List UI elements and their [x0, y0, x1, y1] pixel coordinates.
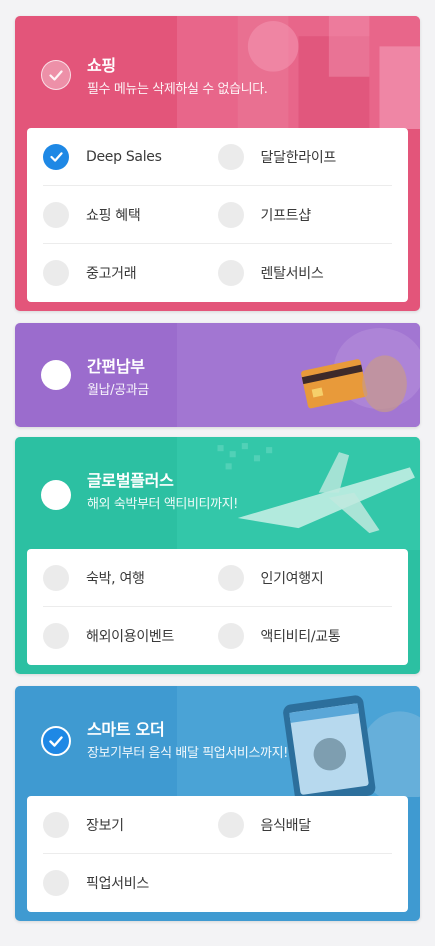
checkbox-unchecked[interactable]	[217, 564, 244, 591]
card-header: 글로벌플러스 해외 숙박부터 액티비티까지!	[15, 437, 420, 551]
card-subtitle: 해외 숙박부터 액티비티까지!	[87, 497, 238, 512]
item-popular-destination[interactable]: 인기여행지	[217, 564, 393, 591]
card-header: 간편납부 월납/공과금	[15, 323, 420, 427]
item-label: 쇼핑 혜택	[86, 207, 141, 224]
card-header: 스마트 오더 장보기부터 음식 배달 픽업서비스까지!	[15, 686, 420, 798]
item-row: 해외이용이벤트 액티비티/교통	[43, 607, 392, 665]
item-label: 장보기	[86, 817, 124, 834]
checkbox-unchecked[interactable]	[217, 811, 244, 838]
category-settings-page: 쇼핑 필수 메뉴는 삭제하실 수 없습니다. Deep Sales 달달한라이프	[0, 0, 435, 946]
item-rental-service[interactable]: 렌탈서비스	[217, 260, 393, 286]
item-row: 픽업서비스	[43, 854, 392, 912]
checkbox-unchecked[interactable]	[217, 201, 244, 228]
item-overseas-event[interactable]: 해외이용이벤트	[43, 623, 218, 649]
header-checkbox-unchecked[interactable]	[41, 360, 71, 390]
checkbox-unchecked[interactable]	[43, 811, 69, 838]
item-label: 음식배달	[260, 817, 312, 834]
item-daldal-life[interactable]: 달달한라이프	[217, 143, 393, 170]
checkbox-checked[interactable]	[43, 143, 69, 170]
item-label: 기프트샵	[260, 207, 312, 224]
item-row: 숙박, 여행 인기여행지	[43, 549, 392, 607]
card-title: 간편납부	[87, 357, 145, 376]
item-gift-shop[interactable]: 기프트샵	[217, 201, 393, 228]
credit-card-photo-background	[177, 323, 420, 427]
shopping-photo-background	[177, 16, 420, 130]
item-shopping-benefit[interactable]: 쇼핑 혜택	[43, 201, 218, 228]
card-global-plus: 글로벌플러스 해외 숙박부터 액티비티까지! 숙박, 여행 인기여행지 해외이용…	[15, 437, 420, 674]
card-header: 쇼핑 필수 메뉴는 삭제하실 수 없습니다.	[15, 16, 420, 130]
item-lodging-travel[interactable]: 숙박, 여행	[43, 564, 218, 591]
item-label: 중고거래	[86, 266, 137, 282]
checkbox-unchecked[interactable]	[43, 870, 69, 896]
checkbox-unchecked[interactable]	[43, 623, 69, 649]
header-checkbox-checked[interactable]	[41, 726, 71, 756]
checkbox-unchecked[interactable]	[217, 260, 244, 286]
item-activity-transport[interactable]: 액티비티/교통	[217, 623, 393, 649]
item-label: 숙박, 여행	[86, 570, 145, 587]
item-panel: 장보기 음식배달 픽업서비스	[27, 796, 408, 912]
item-label: 픽업서비스	[86, 876, 149, 892]
card-title: 글로벌플러스	[87, 471, 174, 490]
item-row: Deep Sales 달달한라이프	[43, 128, 392, 186]
card-subtitle: 월납/공과금	[87, 383, 149, 398]
item-row: 장보기 음식배달	[43, 796, 392, 854]
checkbox-unchecked[interactable]	[43, 564, 69, 591]
item-panel: 숙박, 여행 인기여행지 해외이용이벤트 액티비티/교통	[27, 549, 408, 665]
item-label: Deep Sales	[86, 148, 162, 165]
item-label: 인기여행지	[260, 570, 324, 587]
card-title: 스마트 오더	[87, 720, 165, 739]
card-shopping: 쇼핑 필수 메뉴는 삭제하실 수 없습니다. Deep Sales 달달한라이프	[15, 16, 420, 311]
checkbox-unchecked[interactable]	[43, 201, 69, 228]
checkbox-unchecked[interactable]	[43, 260, 69, 286]
card-title: 쇼핑	[87, 56, 116, 75]
card-subtitle: 필수 메뉴는 삭제하실 수 없습니다.	[87, 82, 268, 97]
check-icon	[49, 69, 63, 81]
card-easypay: 간편납부 월납/공과금	[15, 323, 420, 427]
item-pickup-service[interactable]: 픽업서비스	[43, 870, 218, 896]
check-icon	[49, 735, 63, 747]
header-checkbox-unchecked[interactable]	[41, 480, 71, 510]
checkbox-unchecked[interactable]	[217, 143, 244, 170]
item-label: 달달한라이프	[260, 149, 337, 166]
item-food-delivery[interactable]: 음식배달	[217, 811, 393, 838]
item-panel: Deep Sales 달달한라이프 쇼핑 혜택 기프트샵 중고거래 렌탈서비스	[27, 128, 408, 302]
checkbox-unchecked[interactable]	[217, 623, 244, 649]
check-icon	[49, 151, 63, 162]
item-label: 해외이용이벤트	[86, 629, 175, 645]
card-smart-order: 스마트 오더 장보기부터 음식 배달 픽업서비스까지! 장보기 음식배달 픽업서…	[15, 686, 420, 921]
item-row: 중고거래 렌탈서비스	[43, 244, 392, 302]
item-deep-sales[interactable]: Deep Sales	[43, 143, 218, 170]
card-subtitle: 장보기부터 음식 배달 픽업서비스까지!	[87, 746, 288, 761]
item-row: 쇼핑 혜택 기프트샵	[43, 186, 392, 244]
item-grocery[interactable]: 장보기	[43, 811, 218, 838]
item-label: 렌탈서비스	[260, 266, 324, 282]
item-used-trade[interactable]: 중고거래	[43, 260, 218, 286]
header-check-disabled	[41, 60, 71, 90]
item-label: 액티비티/교통	[260, 629, 341, 645]
